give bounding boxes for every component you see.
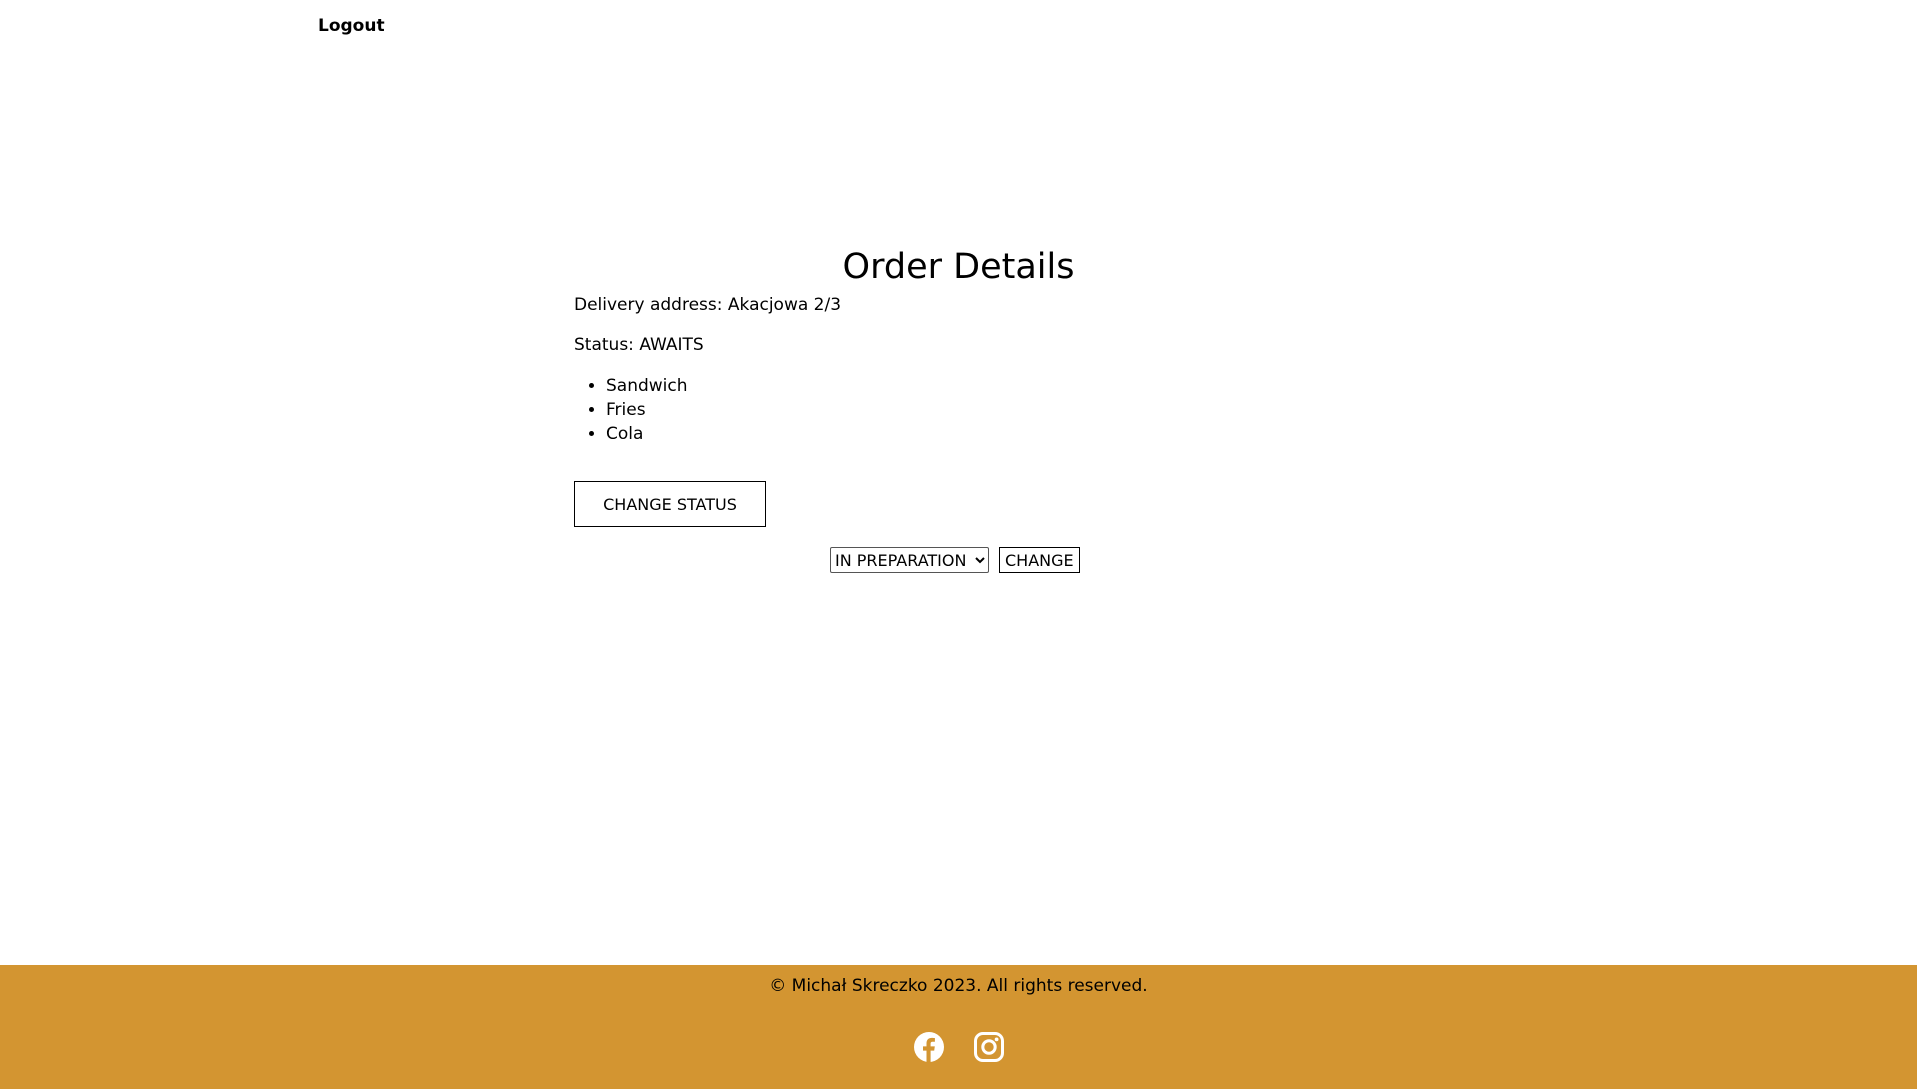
order-items-list: Sandwich Fries Cola <box>574 374 841 446</box>
status-label: Status: <box>574 335 634 355</box>
list-item: Sandwich <box>606 374 841 398</box>
order-status: Status: AWAITS <box>574 334 841 356</box>
list-item: Fries <box>606 398 841 422</box>
footer: © Michał Skreczko 2023. All rights reser… <box>0 965 1917 1089</box>
delivery-address-label: Delivery address: <box>574 295 723 315</box>
copyright-text: © Michał Skreczko 2023. All rights reser… <box>769 976 1148 996</box>
facebook-icon[interactable] <box>913 1031 945 1063</box>
page-title: Order Details <box>842 247 1075 287</box>
instagram-icon[interactable] <box>973 1031 1005 1063</box>
change-button[interactable]: CHANGE <box>999 547 1080 573</box>
social-links <box>913 1031 1005 1063</box>
delivery-address-value: Akacjowa 2/3 <box>727 295 842 315</box>
delivery-address: Delivery address: Akacjowa 2/3 <box>574 294 841 316</box>
logout-link[interactable]: Logout <box>318 16 385 36</box>
top-nav: Logout <box>318 16 385 36</box>
status-select[interactable]: IN PREPARATION <box>830 547 989 573</box>
status-form: IN PREPARATION CHANGE <box>830 547 1080 573</box>
order-details: Delivery address: Akacjowa 2/3 Status: A… <box>574 294 841 446</box>
page: Logout Order Details Delivery address: A… <box>0 0 1917 1089</box>
change-status-button[interactable]: CHANGE STATUS <box>574 481 766 527</box>
status-value: AWAITS <box>639 335 704 355</box>
list-item: Cola <box>606 422 841 446</box>
